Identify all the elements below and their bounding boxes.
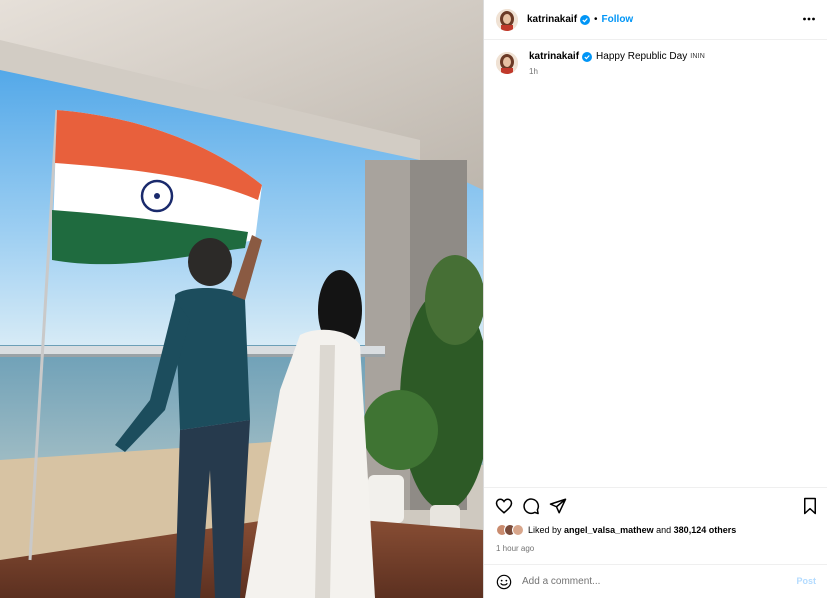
likes-text: Liked by angel_valsa_mathew and 380,124 …	[528, 525, 736, 535]
caption-tag: ININ	[690, 53, 706, 60]
post-side-panel: katrinakaif • Follow katrinakaif Happy R…	[483, 0, 827, 598]
likes-count[interactable]: 380,124 others	[674, 525, 737, 535]
post-timestamp[interactable]: 1 hour ago	[496, 544, 534, 553]
post-photo[interactable]	[0, 0, 483, 598]
author-username[interactable]: katrinakaif	[527, 14, 577, 25]
verified-badge-icon	[580, 14, 591, 25]
likes-and: and	[656, 525, 672, 535]
caption-text: Happy Republic Day	[596, 51, 688, 62]
comment-icon[interactable]	[522, 497, 540, 515]
comment-bar: Post	[484, 564, 827, 598]
separator-dot: •	[594, 14, 598, 25]
action-bar	[484, 487, 827, 527]
liker-avatar	[512, 524, 524, 536]
caption-time[interactable]: 1h	[529, 67, 705, 76]
share-icon[interactable]	[549, 497, 567, 515]
comment-input[interactable]	[522, 576, 772, 587]
emoji-icon[interactable]	[496, 574, 512, 590]
author-avatar[interactable]	[496, 8, 518, 31]
caption-line: katrinakaif Happy Republic Day ININ	[529, 50, 705, 64]
post-comment-button[interactable]: Post	[796, 576, 816, 586]
likes-user[interactable]: angel_valsa_mathew	[564, 525, 654, 535]
more-options-icon[interactable]	[802, 12, 816, 26]
post-caption: katrinakaif Happy Republic Day ININ 1h	[496, 50, 705, 76]
verified-badge-icon	[582, 52, 593, 62]
caption-body: katrinakaif Happy Republic Day ININ 1h	[529, 50, 705, 76]
likes-summary: Liked by angel_valsa_mathew and 380,124 …	[496, 524, 736, 536]
heart-icon[interactable]	[495, 497, 513, 515]
likes-prefix: Liked by	[528, 525, 562, 535]
post-header: katrinakaif • Follow	[484, 0, 827, 40]
caption-avatar[interactable]	[496, 52, 518, 74]
bookmark-icon[interactable]	[801, 497, 819, 515]
balcony-flag-photo	[0, 0, 483, 598]
caption-username[interactable]: katrinakaif	[529, 50, 579, 64]
follow-button[interactable]: Follow	[602, 14, 634, 25]
